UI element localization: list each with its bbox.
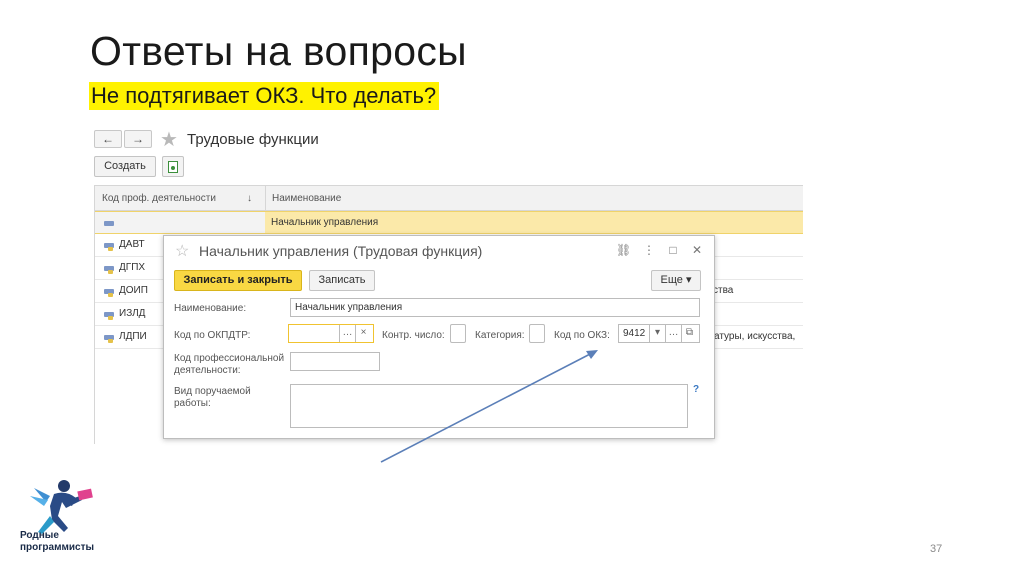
column-header-name[interactable]: Наименование (272, 193, 341, 204)
trudovaya-funkciya-dialog: ☆ Начальник управления (Трудовая функция… (163, 235, 715, 439)
save-and-close-button[interactable]: Записать и закрыть (174, 270, 302, 291)
create-button[interactable]: Создать (94, 156, 156, 177)
forward-button[interactable]: → (124, 130, 152, 148)
category-label: Категория: (475, 330, 525, 341)
column-divider (265, 186, 266, 212)
name-field[interactable]: Начальник управления (290, 298, 700, 317)
control-number-label: Контр. число: (382, 330, 445, 341)
table-row[interactable]: Начальник управления (95, 211, 803, 234)
clear-icon[interactable]: × (355, 325, 371, 342)
item-icon (104, 243, 114, 251)
dialog-title: Начальник управления (Трудовая функция) (199, 243, 483, 259)
code-cell: ДГПХ (119, 262, 146, 273)
arrow-left-icon: ← (102, 132, 114, 146)
okz-value: 9412 (623, 328, 646, 339)
group-icon (104, 221, 114, 226)
code-cell: ДАВТ (119, 239, 145, 250)
logo-text: Родные программисты (20, 530, 95, 553)
prof-activity-field[interactable] (290, 352, 380, 371)
open-icon[interactable]: ⧉ (681, 325, 697, 342)
work-type-field[interactable] (290, 384, 688, 428)
code-cell: ИЗЛД (119, 308, 146, 319)
item-icon (104, 266, 114, 274)
save-button[interactable]: Записать (309, 270, 375, 291)
more-button-label: Еще (660, 274, 683, 286)
prof-activity-label: Код профессиональной деятельности: (174, 353, 285, 376)
sort-desc-icon[interactable]: ↓ (247, 193, 252, 204)
name-label: Наименование: (174, 303, 247, 314)
okpdtr-label: Код по ОКПДТР: (174, 330, 251, 341)
more-vertical-icon[interactable]: ⋮ (642, 243, 656, 257)
slide-title: Ответы на вопросы (90, 28, 467, 74)
item-icon (104, 312, 114, 320)
code-cell: ЛДПИ (119, 331, 147, 342)
dropdown-icon[interactable]: ▾ (649, 325, 665, 342)
code-cell: ДОИП (119, 285, 148, 296)
okpdtr-field[interactable]: … × (288, 324, 374, 343)
close-icon[interactable]: ✕ (690, 243, 704, 257)
select-button[interactable]: … (665, 325, 681, 342)
back-button[interactable]: ← (94, 130, 122, 148)
control-number-field[interactable] (450, 324, 466, 343)
item-icon (104, 335, 114, 343)
name-cell: Начальник управления (271, 217, 379, 228)
slide-subtitle: Не подтягивает ОКЗ. Что делать? (89, 82, 440, 110)
chevron-down-icon: ▾ (685, 274, 692, 286)
category-field[interactable] (529, 324, 545, 343)
arrow-right-icon: → (132, 132, 144, 146)
name-cell: атуры, искусства, (714, 331, 796, 342)
item-icon (104, 289, 114, 297)
okz-field[interactable]: 9412 ▾ … ⧉ (618, 324, 700, 343)
maximize-icon[interactable]: □ (666, 243, 680, 257)
export-button[interactable] (162, 156, 184, 177)
page-number: 37 (930, 543, 943, 555)
select-button[interactable]: … (339, 325, 355, 342)
column-header-code[interactable]: Код проф. деятельности (102, 193, 216, 204)
okz-label: Код по ОКЗ: (554, 330, 610, 341)
work-type-label: Вид поручаемой работы: (174, 386, 251, 409)
help-icon[interactable]: ? (693, 384, 699, 395)
list-title: Трудовые функции (187, 131, 319, 148)
code-cell (95, 212, 265, 233)
name-cell: ства (713, 285, 734, 296)
favorite-star-icon[interactable]: ★ (160, 127, 178, 152)
link-icon[interactable]: ⛓ (616, 243, 631, 257)
more-button[interactable]: Еще ▾ (651, 270, 701, 291)
spreadsheet-icon (168, 161, 178, 173)
table-header: Код проф. деятельности ↓ Наименование (95, 185, 803, 212)
favorite-star-icon[interactable]: ☆ (175, 241, 189, 261)
